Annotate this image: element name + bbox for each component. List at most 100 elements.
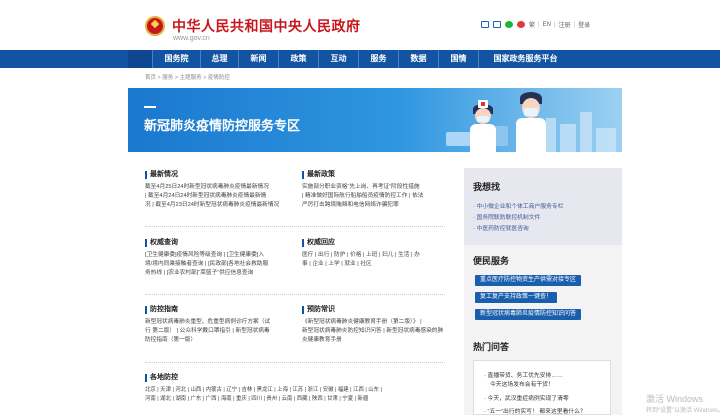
main-nav: 国务院 总理 新闻 政策 互动 服务 数据 国情 国家政务服务平台 (0, 50, 720, 68)
banner-title: 新冠肺炎疫情防控服务专区 (144, 118, 301, 133)
divider: | (538, 21, 540, 28)
top-links: 繁 | EN | 注册 | 登录 (481, 20, 590, 29)
mobile-icon[interactable] (493, 21, 501, 28)
service-button-policy[interactable]: 复工复产支持政策一键查！ (475, 292, 558, 303)
nav-item-news[interactable]: 新闻 (238, 50, 278, 68)
qa-item[interactable]: 今天这场发布会有干货！ (490, 379, 554, 388)
divider (145, 294, 445, 295)
section-regions: 各地防控 北京 | 天津 | 河北 | 山西 | 内蒙古 | 辽宁 | 吉林 |… (145, 374, 445, 404)
doctor-illustration (516, 118, 546, 152)
section-link[interactable]: 行 第二版） | 公众科学戴口罩指引 | 新型冠状病毒 (145, 327, 295, 336)
section-link[interactable]: 炎健康教育手册 (302, 336, 452, 345)
national-emblem-logo[interactable] (145, 16, 165, 36)
nav-home-icon[interactable] (128, 50, 152, 68)
section-guide: 防控指南 新型冠状病毒肺炎重型、危重型病例诊疗方案（试 行 第二版） | 公众科… (145, 306, 295, 345)
skyline-illustration (596, 128, 616, 152)
breadcrumb-topic[interactable]: 主题服务 (180, 75, 202, 81)
breadcrumb-services[interactable]: 服务 (162, 75, 173, 81)
section-link[interactable]: 务热线 | [农业农村部]“菜篮子”供应信息查询 (145, 269, 295, 278)
section-title[interactable]: 防控指南 (145, 306, 295, 314)
wechat-icon[interactable] (505, 21, 513, 28)
mail-icon[interactable] (481, 21, 489, 28)
section-link[interactable]: 截至4月25日24时新型冠状病毒肺炎疫情最新情况 (145, 183, 295, 192)
nav-item-interaction[interactable]: 互动 (318, 50, 358, 68)
sidebar-qa-title: 热门问答 (473, 342, 510, 352)
skyline-illustration (580, 112, 592, 152)
register-link[interactable]: 注册 (558, 20, 570, 29)
site-title[interactable]: 中华人民共和国中央人民政府 (172, 16, 361, 36)
english-link[interactable]: EN (543, 22, 551, 28)
divider (145, 362, 445, 363)
breadcrumb-home[interactable]: 首页 (145, 75, 156, 81)
sidebar-help-link[interactable]: · 中医药防控就医咨询 (473, 223, 529, 232)
site-header: 中华人民共和国中央人民政府 www.gov.cn 繁 | EN | 注册 | 登… (0, 0, 720, 50)
windows-activation-watermark: 激活 Windows (646, 394, 704, 404)
sidebar-help-link[interactable]: · 国务院联防联控机制文件 (473, 212, 540, 221)
section-link[interactable]: | 精准做好国际航行船舶船员疫情防控工作 | 依法 (302, 192, 452, 201)
region-links[interactable]: 北京 | 天津 | 河北 | 山西 | 内蒙古 | 辽宁 | 吉林 | 黑龙江 … (145, 386, 445, 395)
qa-item[interactable]: · “五一”出行的实写！ 都来这里看什么？ (484, 406, 586, 415)
sidebar-service-title: 便民服务 (473, 256, 510, 266)
section-title[interactable]: 最新情况 (145, 171, 295, 179)
section-title[interactable]: 最新政策 (302, 171, 452, 179)
section-query: 权威查询 [卫生健康委]疫情风险等级查询 | [卫生健康委]入 境/境内同乘接触… (145, 239, 295, 278)
section-common-sense: 预防常识 《新型冠状病毒肺炎健康教育手册（第二版）》 | 新型冠状病毒肺炎防控知… (302, 306, 452, 345)
service-button-supply[interactable]: 重点医疗防控物资生产供需对接专区 (475, 275, 582, 286)
nav-item-premier[interactable]: 总理 (200, 50, 238, 68)
section-link[interactable]: 《新型冠状病毒肺炎健康教育手册（第二版）》 | (302, 318, 452, 327)
nav-item-services[interactable]: 服务 (358, 50, 398, 68)
banner-accent-line (144, 106, 156, 108)
nav-item-data[interactable]: 数据 (398, 50, 438, 68)
face-mask-illustration (524, 108, 538, 116)
weibo-icon[interactable] (517, 21, 525, 28)
section-link[interactable]: 事 | 企业 | 上学 | 就业 | 社区 (302, 260, 452, 269)
breadcrumb-sep: > (174, 75, 179, 81)
login-link[interactable]: 登录 (578, 20, 590, 29)
nav-item-service-platform[interactable]: 国家政务服务平台 (478, 50, 572, 68)
divider: | (553, 21, 556, 28)
medical-cross-icon (478, 100, 488, 108)
section-link[interactable]: 境/境内同乘接触者查询 | [民政部]各地社会救助服 (145, 260, 295, 269)
section-link[interactable]: 实施部分职业资格“先上岗、再考证”阶段性措施 (302, 183, 452, 192)
section-policy: 最新政策 实施部分职业资格“先上岗、再考证”阶段性措施 | 精准做好国际航行船舶… (302, 171, 452, 210)
qa-item[interactable]: · 直播带货、务工优先安排…… (484, 370, 563, 379)
section-latest: 最新情况 截至4月25日24时新型冠状病毒肺炎疫情最新情况 | 截至4月24日2… (145, 171, 295, 210)
sidebar-help-link[interactable]: · 中小微企业和个体工商户服务专栏 (473, 201, 564, 210)
breadcrumb-current: 疫情防控 (207, 75, 230, 81)
windows-activation-hint: 转到“设置”以激活 Windows。 (646, 408, 720, 414)
region-links[interactable]: 河南 | 湖北 | 湖南 | 广东 | 广西 | 海南 | 重庆 | 四川 | … (145, 395, 445, 404)
qa-item[interactable]: · 今天，武汉重症病例实现了清零 (484, 393, 569, 402)
breadcrumb-sep: > (157, 75, 161, 81)
section-link[interactable]: 况 | 截至4月23日24时新型冠状病毒肺炎疫情最新情况 (145, 201, 295, 210)
section-title[interactable]: 各地防控 (145, 374, 445, 382)
skyline-illustration (546, 118, 556, 152)
nav-item-state-council[interactable]: 国务院 (152, 50, 200, 68)
section-title[interactable]: 权威查询 (145, 239, 295, 247)
divider (145, 226, 445, 227)
section-link[interactable]: [卫生健康委]疫情风险等级查询 | [卫生健康委]入 (145, 251, 295, 260)
face-mask-illustration (477, 116, 489, 122)
section-link[interactable]: 严厉打击跨境贿赂和电信网络诈骗犯罪 (302, 201, 452, 210)
nurse-illustration (470, 124, 496, 152)
page: 中华人民共和国中央人民政府 www.gov.cn 繁 | EN | 注册 | 登… (0, 0, 720, 415)
section-link[interactable]: 新型冠状病毒肺炎重型、危重型病例诊疗方案（试 (145, 318, 295, 327)
breadcrumb-sep: > (203, 75, 207, 81)
divider: | (573, 21, 576, 28)
hot-qa-panel: · 直播带货、务工优先安排…… 今天这场发布会有干货！ · 今天，武汉重症病例实… (473, 360, 611, 415)
nav-item-national-conditions[interactable]: 国情 (438, 50, 478, 68)
service-button-qa[interactable]: 新型冠状病毒肺炎疫情防控知识问答 (475, 309, 582, 320)
section-title[interactable]: 预防常识 (302, 306, 452, 314)
section-link[interactable]: | 截至4月24日24时新型冠状病毒肺炎疫情最新情 (145, 192, 295, 201)
traditional-chinese-link[interactable]: 繁 (529, 20, 535, 29)
site-url: www.gov.cn (173, 35, 210, 42)
sidebar-help-title: 我想找 (473, 182, 501, 192)
breadcrumb: 首页 > 服务 > 主题服务 > 疫情防控 (145, 73, 230, 81)
section-title[interactable]: 权威回应 (302, 239, 452, 247)
section-link[interactable]: 医疗 | 出行 | 防护 | 价格 | 上班 | 妇儿 | 生活 | 办 (302, 251, 452, 260)
nav-item-policy[interactable]: 政策 (278, 50, 318, 68)
skyline-illustration (560, 124, 576, 152)
section-link[interactable]: 新型冠状病毒肺炎防控知识问答 | 新型冠状病毒感染的肺 (302, 327, 452, 336)
section-response: 权威回应 医疗 | 出行 | 防护 | 价格 | 上班 | 妇儿 | 生活 | … (302, 239, 452, 269)
topic-banner: 新冠肺炎疫情防控服务专区 (128, 88, 622, 152)
section-link[interactable]: 防控指南（第一版） (145, 336, 295, 345)
